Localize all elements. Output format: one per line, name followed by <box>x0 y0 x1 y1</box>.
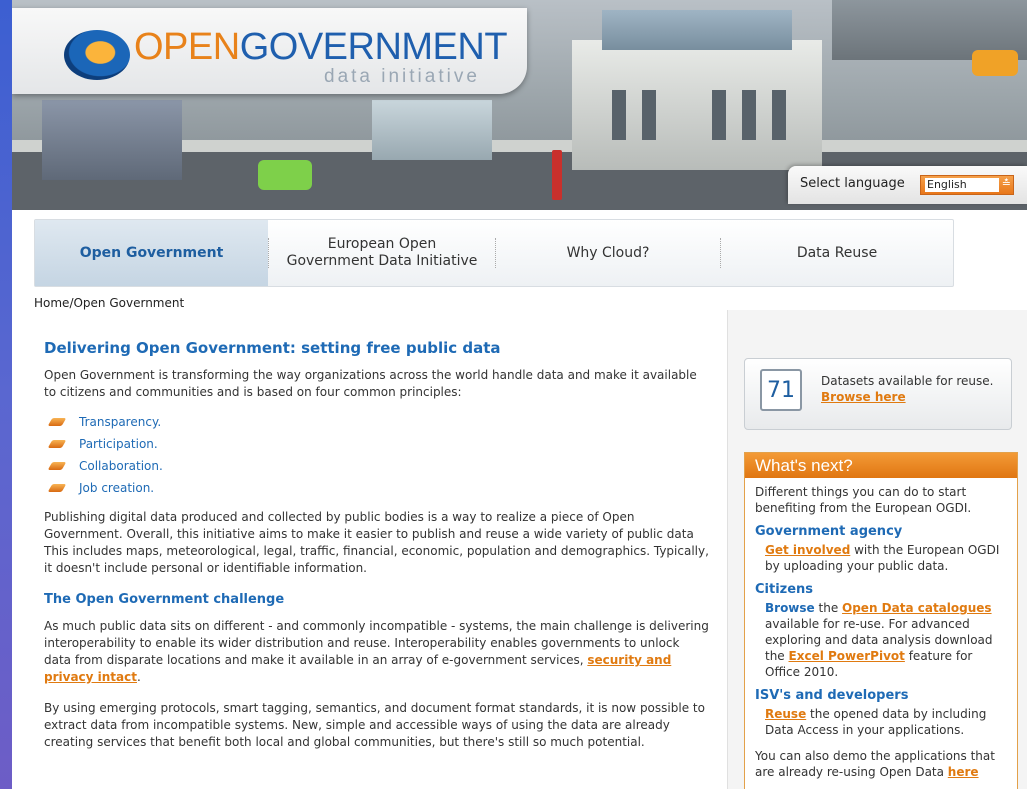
dataset-count: 71 <box>760 369 802 411</box>
list-item: Transparency. <box>44 411 710 433</box>
page-title: Delivering Open Government: setting free… <box>44 339 501 357</box>
language-selector: Select language English ≛ <box>788 166 1027 204</box>
gov-agency-heading: Government agency <box>755 524 903 539</box>
page: OPENGOVERNMENT data initiative Select la… <box>0 0 1027 789</box>
section-heading-challenge: The Open Government challenge <box>44 592 285 607</box>
bullet-icon <box>47 484 67 492</box>
main-content: Delivering Open Government: setting free… <box>44 340 710 765</box>
dataset-text: Datasets available for reuse. <box>821 374 994 388</box>
logo-title: OPENGOVERNMENT <box>134 26 508 68</box>
demo-text: You can also demo the applications that … <box>755 748 1007 780</box>
bullet-icon <box>47 440 67 448</box>
citizens-browse-label: Browse <box>765 601 815 615</box>
paragraph-challenge: As much public data sits on different - … <box>44 618 710 686</box>
demo-here-link[interactable]: here <box>948 765 979 779</box>
main-nav: Open Government European Open Government… <box>34 219 954 287</box>
nav-item-label: Data Reuse <box>796 244 878 261</box>
nav-item-open-government[interactable]: Open Government <box>35 220 268 286</box>
gov-agency-text: Get involved with the European OGDI by u… <box>755 542 1007 574</box>
citizens-heading: Citizens <box>755 582 814 597</box>
language-select[interactable]: English ≛ <box>920 175 1014 195</box>
citizens-text: Browse the Open Data catalogues availabl… <box>755 600 1007 680</box>
whats-next-intro: Different things you can do to start ben… <box>755 485 972 515</box>
nav-item-label: European Open Government Data Initiative <box>286 236 478 269</box>
excel-powerpivot-link[interactable]: Excel PowerPivot <box>789 649 905 663</box>
list-item: Participation. <box>44 433 710 455</box>
bullet-icon <box>47 418 67 426</box>
site-logo[interactable]: OPENGOVERNMENT data initiative <box>12 8 527 94</box>
paragraph-publishing: Publishing digital data produced and col… <box>44 510 709 575</box>
isv-heading: ISV's and developers <box>755 688 909 703</box>
nav-item-label: Why Cloud? <box>566 244 650 261</box>
browse-here-link[interactable]: Browse here <box>821 390 906 404</box>
principle-label: Collaboration. <box>79 458 163 473</box>
logo-subtitle: data initiative <box>324 66 480 87</box>
paragraph-protocols: By using emerging protocols, smart taggi… <box>44 701 705 749</box>
nav-item-european-ogdi[interactable]: European Open Government Data Initiative <box>269 220 495 286</box>
logo-title-open: OPEN <box>134 26 240 68</box>
reuse-link[interactable]: Reuse <box>765 707 806 721</box>
logo-title-government: GOVERNMENT <box>239 26 508 68</box>
paragraph-text: . <box>137 670 141 684</box>
open-data-catalogues-link[interactable]: Open Data catalogues <box>842 601 992 615</box>
breadcrumb: Home/Open Government <box>34 296 185 310</box>
whats-next-title: What's next? <box>745 453 1017 478</box>
list-item: Job creation. <box>44 477 710 499</box>
dataset-info: Datasets available for reuse. Browse her… <box>821 373 993 405</box>
nav-item-data-reuse[interactable]: Data Reuse <box>721 220 953 286</box>
chevron-down-icon: ≛ <box>1001 177 1011 190</box>
whats-next-panel: What's next? Different things you can do… <box>744 452 1018 789</box>
intro-paragraph: Open Government is transforming the way … <box>44 368 697 399</box>
get-involved-link[interactable]: Get involved <box>765 543 850 557</box>
sidebar: 71 Datasets available for reuse. Browse … <box>727 310 1027 789</box>
principles-list: Transparency. Participation. Collaborati… <box>44 411 710 499</box>
principle-label: Job creation. <box>79 480 155 495</box>
left-frame-bar <box>0 0 12 789</box>
principle-label: Participation. <box>79 436 158 451</box>
bullet-icon <box>47 462 67 470</box>
logo-mark-icon <box>64 30 130 80</box>
nav-item-label: Open Government <box>79 244 224 261</box>
datasets-box: 71 Datasets available for reuse. Browse … <box>744 358 1012 430</box>
list-item: Collaboration. <box>44 455 710 477</box>
principle-label: Transparency. <box>79 414 162 429</box>
nav-item-why-cloud[interactable]: Why Cloud? <box>496 220 720 286</box>
language-label: Select language <box>800 176 905 191</box>
isv-text: Reuse the opened data by including Data … <box>755 706 1007 738</box>
whats-next-body: Different things you can do to start ben… <box>745 478 1017 780</box>
language-value: English <box>925 178 999 192</box>
citizens-desc: the <box>814 601 843 615</box>
